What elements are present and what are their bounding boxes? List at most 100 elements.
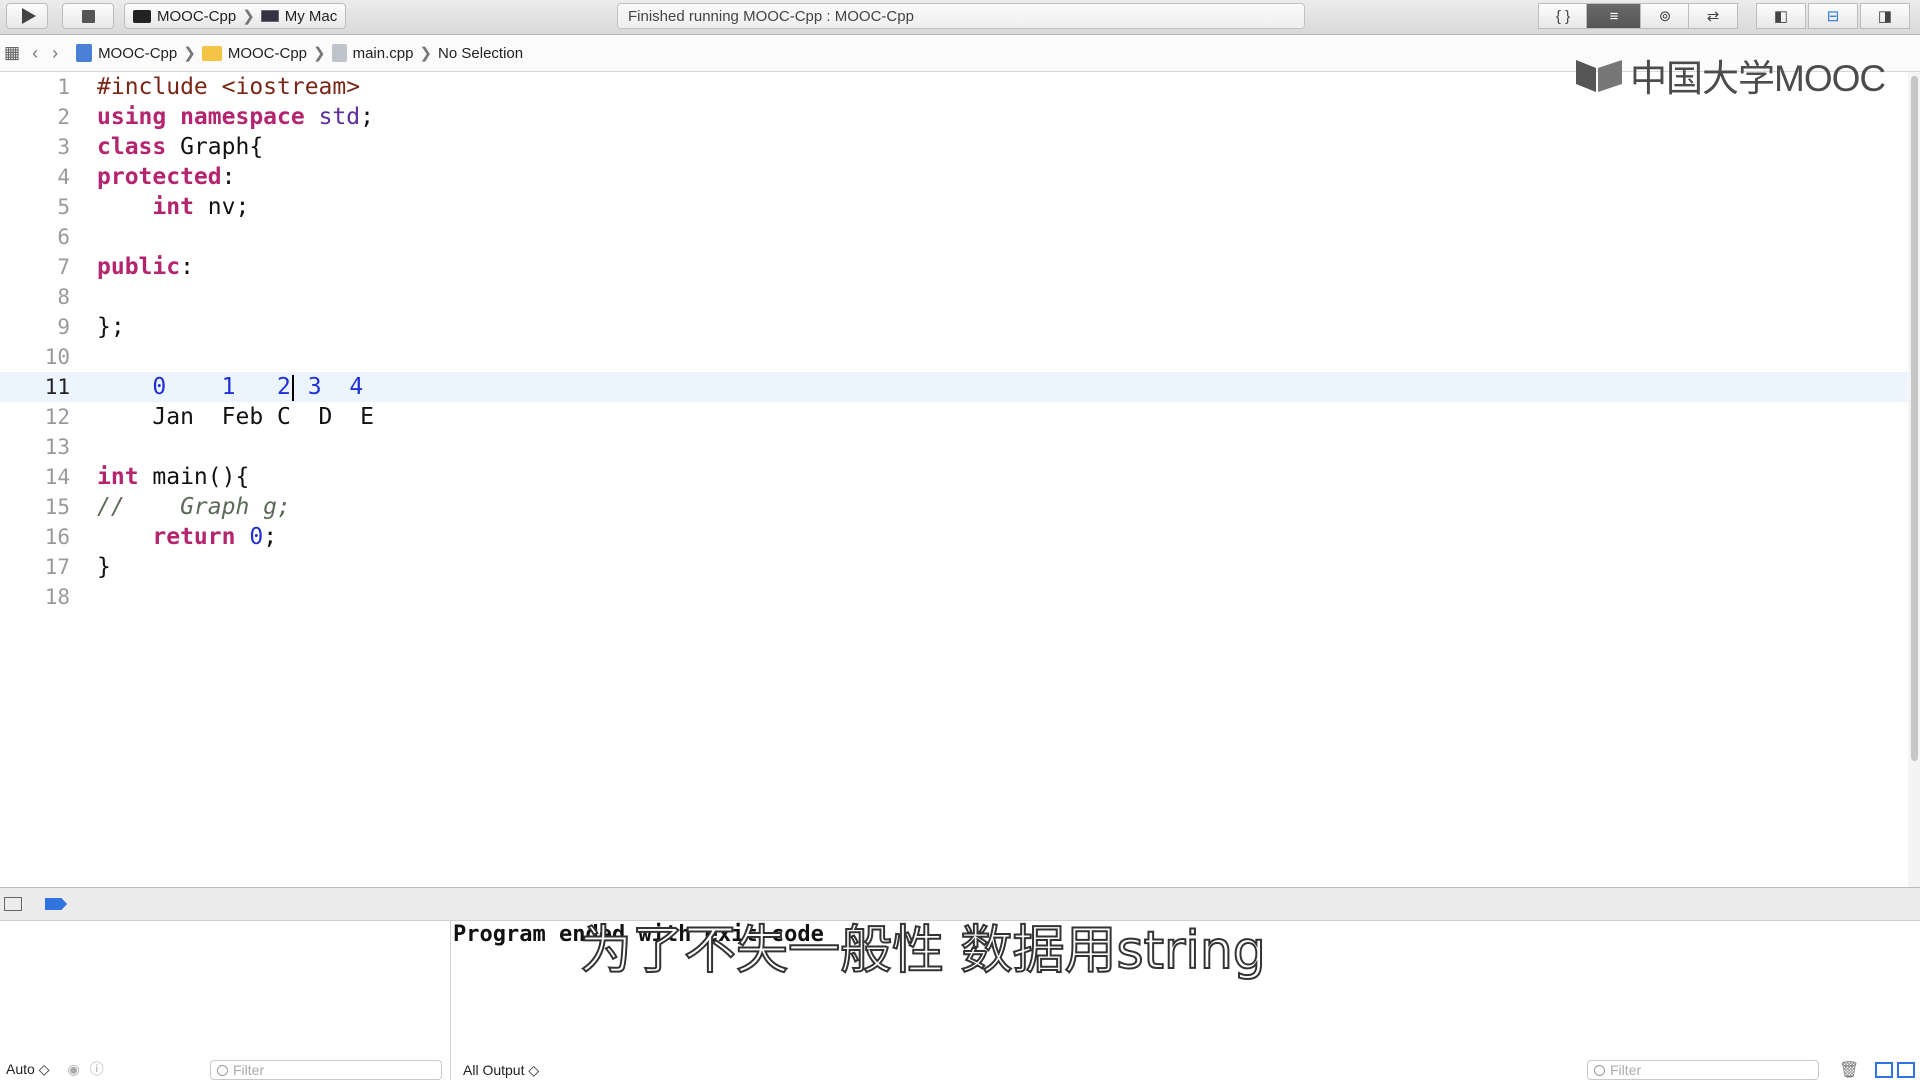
mooc-book-icon [1576,60,1622,92]
code-line[interactable]: 6 [0,222,1908,252]
code-line[interactable]: 7 public: [0,252,1908,282]
split-left-icon[interactable] [1875,1062,1893,1078]
logo-text: 中国大学MOOC [1630,58,1886,99]
code-text: }; [97,314,125,340]
code-text: using namespace std; [97,104,374,130]
code-text: public: [97,254,194,280]
trash-icon[interactable]: 🗑 [1839,1060,1859,1080]
code-text: protected: [97,164,236,190]
code-text: } [97,554,111,580]
mac-icon [260,10,279,22]
code-line[interactable]: 8 [0,282,1908,312]
filter-icon [217,1064,228,1076]
run-button[interactable] [6,3,48,29]
breakpoints-toggle-icon[interactable] [45,898,67,910]
line-number: 7 [57,255,70,279]
info-icon[interactable]: ⓘ [90,1059,104,1079]
editor-scroll-thumb[interactable] [1911,76,1918,761]
line-number: 14 [44,465,70,489]
version-editor-button[interactable]: ⇄ [1688,3,1738,29]
jumpbar-file[interactable]: main.cpp [331,44,413,62]
code-line[interactable]: 12 Jan Feb C D E [0,402,1908,432]
jumpbar-project-label: MOOC-Cpp [98,44,178,62]
play-icon [22,8,36,24]
code-line[interactable]: 2 using namespace std; [0,102,1908,132]
toggle-debug-button[interactable]: ⊟ [1808,3,1858,29]
chevron-right-icon: ❯ [313,45,326,62]
scheme-selector[interactable]: MOOC-Cpp ❯ My Mac [124,3,347,29]
line-number: 3 [57,135,70,159]
cpp-file-icon [331,44,347,62]
jumpbar-selection[interactable]: No Selection [438,45,523,62]
code-text: int main(){ [97,464,250,490]
variables-footer: Auto ◇ ◉ ⓘ Filter [0,1058,450,1080]
code-text: class Graph{ [97,134,264,160]
forward-icon[interactable]: › [52,43,58,64]
line-number: 13 [44,435,70,459]
variables-filter[interactable]: Filter [210,1060,442,1080]
code-line[interactable]: 13 [0,432,1908,462]
code-line[interactable]: 10 [0,342,1908,372]
scheme-device: My Mac [284,7,338,25]
eye-icon[interactable]: ◉ [67,1061,79,1078]
jumpbar-project[interactable]: MOOC-Cpp [76,44,177,62]
line-number: 18 [44,585,70,609]
line-number: 2 [57,105,70,129]
related-items-icon[interactable]: ▦ [4,43,20,63]
code-text: int nv; [152,194,250,220]
line-number: 11 [44,375,70,399]
line-number: 9 [57,315,70,339]
code-line[interactable]: 3 class Graph{ [0,132,1908,162]
console-filter[interactable]: Filter [1587,1060,1819,1080]
code-text: 0 1 2 3 4 [152,374,364,401]
assistant-editor-button[interactable]: ⊚ [1640,3,1690,29]
jumpbar-selection-label: No Selection [438,44,524,62]
code-text: #include <iostream> [97,74,361,100]
navigator-panel-icon: ◧ [1773,8,1789,25]
activity-viewer: Finished running MOOC-Cpp : MOOC-Cpp [617,3,1305,29]
console-footer: All Output ◇ Filter 🗑 [451,1058,1920,1080]
stop-button[interactable] [62,3,114,29]
utilities-panel-icon: ◨ [1877,8,1893,25]
code-line-current[interactable]: 11 0 1 2 3 4 [0,372,1908,402]
code-line[interactable]: 15 // Graph g; [0,492,1908,522]
code-line[interactable]: 16 return 0; [0,522,1908,552]
code-line[interactable]: 5 int nv; [0,192,1908,222]
chevron-right-icon: ❯ [242,8,255,25]
split-right-icon[interactable] [1897,1062,1915,1078]
project-icon [76,44,93,62]
output-selector[interactable]: All Output ◇ [463,1062,539,1079]
source-editor[interactable]: 1 #include <iostream> 2 using namespace … [0,72,1908,887]
back-icon[interactable]: ‹ [32,43,38,64]
filter-placeholder: Filter [1610,1062,1642,1078]
variables-view [0,921,451,1080]
text-caret [291,374,294,401]
toggle-navigator-button[interactable]: ◧ [1756,3,1806,29]
scope-selector[interactable]: Auto ◇ [6,1061,49,1078]
braces-button[interactable]: { } [1538,3,1588,29]
jumpbar-folder[interactable]: MOOC-Cpp [201,45,307,62]
code-line[interactable]: 9 }; [0,312,1908,342]
code-line[interactable]: 14 int main(){ [0,462,1908,492]
hide-debug-area-icon[interactable] [4,897,22,911]
filter-placeholder: Filter [233,1062,265,1078]
line-number: 10 [44,345,70,369]
main-toolbar: MOOC-Cpp ❯ My Mac Finished running MOOC-… [0,0,1920,35]
standard-editor-button[interactable]: ≡ [1586,3,1642,29]
braces-icon: { } [1555,7,1571,25]
line-number: 4 [57,165,70,189]
filter-icon [1594,1064,1605,1076]
code-line[interactable]: 4 protected: [0,162,1908,192]
toggle-utilities-button[interactable]: ◨ [1860,3,1910,29]
debug-panel-icon: ⊟ [1826,8,1840,25]
mooc-logo: 中国大学MOOC [1574,48,1886,102]
code-line[interactable]: 18 [0,582,1908,612]
line-number: 1 [57,75,70,99]
line-number: 15 [44,495,70,519]
chevron-right-icon: ❯ [183,45,196,62]
version-editor-icon: ⇄ [1706,8,1720,25]
assistant-editor-icon: ⊚ [1658,8,1672,25]
video-subtitle: 为了不失一般性 数据用string [579,920,1267,982]
code-line[interactable]: 17 } [0,552,1908,582]
line-number: 17 [44,555,70,579]
